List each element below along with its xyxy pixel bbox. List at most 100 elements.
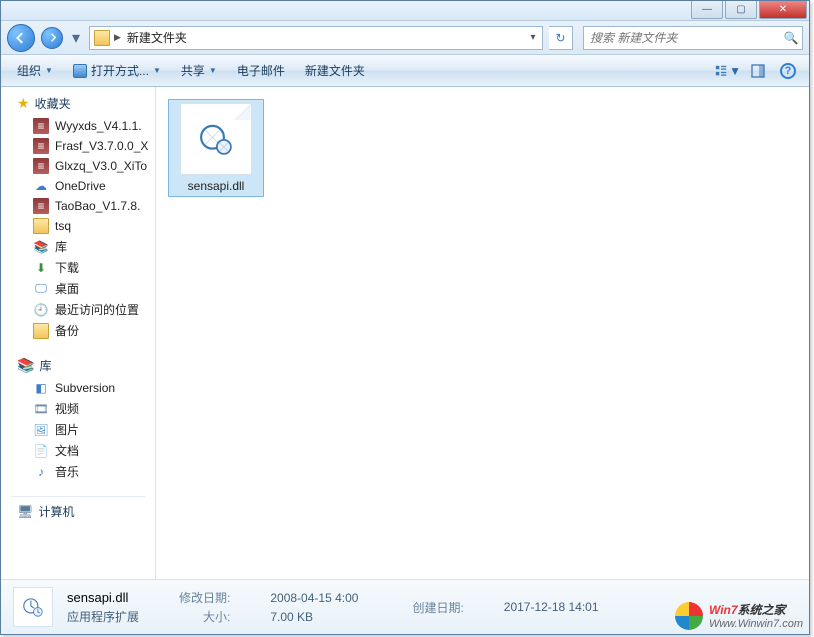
tree-item-label: 库	[55, 238, 67, 255]
computer-label: 计算机	[39, 503, 75, 520]
sidebar-item-library[interactable]: 🎞 视频	[1, 398, 155, 419]
tree-item-label: Subversion	[55, 381, 115, 395]
nav-history-dropdown[interactable]: ▾	[69, 27, 83, 49]
address-bar[interactable]: ▶ 新建文件夹 ▾	[89, 26, 543, 50]
back-button[interactable]	[7, 24, 35, 52]
tree-item-label: 备份	[55, 322, 79, 339]
preview-pane-button[interactable]	[745, 60, 771, 82]
share-menu[interactable]: 共享▼	[173, 59, 225, 82]
details-thumb	[13, 587, 53, 627]
sidebar-item-favorite[interactable]: tsq	[1, 216, 155, 236]
sidebar-item-favorite[interactable]: ☁ OneDrive	[1, 176, 155, 196]
divider	[11, 496, 145, 497]
sidebar-item-favorite[interactable]: 🕘 最近访问的位置	[1, 299, 155, 320]
sidebar-item-library[interactable]: 🖼 图片	[1, 419, 155, 440]
toolbar: 组织▼ 打开方式...▼ 共享▼ 电子邮件 新建文件夹 ▼ ?	[1, 55, 809, 87]
libraries-icon: 📚	[17, 357, 34, 374]
favorites-header[interactable]: ★ 收藏夹	[1, 93, 155, 116]
desktop-icon: 🖵	[33, 281, 49, 297]
file-label: sensapi.dll	[188, 179, 245, 193]
refresh-button[interactable]: ↻	[549, 26, 573, 50]
sidebar-item-favorite[interactable]: 🖵 桌面	[1, 278, 155, 299]
library-icon: 📚	[33, 239, 49, 255]
share-label: 共享	[181, 62, 205, 79]
search-input[interactable]	[584, 31, 780, 45]
tree-item-label: 音乐	[55, 463, 79, 480]
sidebar-item-library[interactable]: ◧ Subversion	[1, 378, 155, 398]
search-box[interactable]: 🔍	[583, 26, 803, 50]
sidebar-item-library[interactable]: ♪ 音乐	[1, 461, 155, 482]
help-button[interactable]: ?	[775, 60, 801, 82]
tree-item-label: Glxzq_V3.0_XiTo	[55, 159, 147, 173]
sidebar-item-favorite[interactable]: 备份	[1, 320, 155, 341]
sidebar-item-library[interactable]: 📄 文档	[1, 440, 155, 461]
cloud-icon: ☁	[33, 178, 49, 194]
archive-icon: ≡	[33, 158, 49, 174]
app-icon	[73, 64, 87, 78]
sidebar-item-favorite[interactable]: 📚库	[1, 236, 155, 257]
libraries-label: 库	[39, 357, 51, 374]
tree-item-label: 桌面	[55, 280, 79, 297]
sidebar-item-favorite[interactable]: ≡TaoBao_V1.7.8.	[1, 196, 155, 216]
tree-item-label: tsq	[55, 219, 71, 233]
tree-item-label: 视频	[55, 400, 79, 417]
details-created-label: 创建日期:	[412, 599, 463, 616]
file-item[interactable]: sensapi.dll	[168, 99, 264, 197]
file-thumb	[180, 103, 252, 175]
libraries-header[interactable]: 📚 库	[1, 355, 155, 378]
folder-icon	[33, 323, 49, 339]
tree-item-label: Wyyxds_V4.1.1.	[55, 119, 142, 133]
organize-menu[interactable]: 组织▼	[9, 59, 61, 82]
tree-item-label: 最近访问的位置	[55, 301, 139, 318]
navigation-row: ▾ ▶ 新建文件夹 ▾ ↻ 🔍	[1, 21, 809, 55]
pictures-icon: 🖼	[33, 422, 49, 438]
music-icon: ♪	[33, 464, 49, 480]
details-filetype: 应用程序扩展	[67, 608, 139, 625]
subversion-icon: ◧	[33, 380, 49, 396]
sidebar-item-favorite[interactable]: ≡ Wyyxds_V4.1.1.	[1, 116, 155, 136]
tree-item-label: 图片	[55, 421, 79, 438]
video-icon: 🎞	[33, 401, 49, 417]
recent-icon: 🕘	[33, 302, 49, 318]
folder-icon	[94, 30, 110, 46]
archive-icon: ≡	[33, 138, 49, 154]
favorites-group: ★ 收藏夹 ≡Wyyxds_V4.1.1.≡Frasf_V3.7.0.0_X≡G…	[1, 93, 155, 341]
details-pane: sensapi.dll 修改日期: 2008-04-15 4:00 应用程序扩展…	[1, 579, 809, 634]
details-created-value: 2017-12-18 14:01	[504, 600, 599, 614]
file-list-pane[interactable]: sensapi.dll	[156, 87, 809, 579]
details-filename: sensapi.dll	[67, 590, 139, 605]
sidebar-item-favorite[interactable]: ≡ Glxzq_V3.0_XiTo	[1, 156, 155, 176]
details-size-label: 大小:	[179, 608, 230, 625]
forward-button[interactable]	[41, 27, 63, 49]
address-dropdown-icon[interactable]: ▾	[524, 32, 542, 43]
sidebar-item-favorite[interactable]: ⬇下载	[1, 257, 155, 278]
email-button[interactable]: 电子邮件	[229, 59, 293, 82]
archive-icon: ≡	[33, 198, 49, 214]
documents-icon: 📄	[33, 443, 49, 459]
tree-item-label: 下载	[55, 259, 79, 276]
sidebar-item-favorite[interactable]: ≡Frasf_V3.7.0.0_X	[1, 136, 155, 156]
open-with-menu[interactable]: 打开方式...▼	[65, 59, 169, 82]
tree-item-label: OneDrive	[55, 179, 106, 193]
breadcrumb-current[interactable]: 新建文件夹	[121, 29, 193, 46]
open-with-label: 打开方式...	[91, 62, 149, 79]
organize-label: 组织	[17, 62, 41, 79]
title-bar: — ▢ ✕	[1, 1, 809, 21]
search-icon[interactable]: 🔍	[780, 31, 802, 45]
view-options-button[interactable]: ▼	[715, 60, 741, 82]
details-modified-value: 2008-04-15 4:00	[270, 591, 358, 605]
details-modified-label: 修改日期:	[179, 589, 230, 606]
maximize-button[interactable]: ▢	[725, 1, 757, 19]
computer-header[interactable]: 🖥 计算机	[1, 501, 155, 524]
archive-icon: ≡	[33, 118, 49, 134]
folder-icon	[33, 218, 49, 234]
navigation-pane[interactable]: ★ 收藏夹 ≡Wyyxds_V4.1.1.≡Frasf_V3.7.0.0_X≡G…	[1, 87, 156, 579]
close-button[interactable]: ✕	[759, 1, 807, 19]
explorer-window: — ▢ ✕ ▾ ▶ 新建文件夹 ▾ ↻ 🔍 组织▼ 打开	[0, 0, 810, 635]
minimize-button[interactable]: —	[691, 1, 723, 19]
tree-item-label: 文档	[55, 442, 79, 459]
breadcrumb-chevron-icon[interactable]: ▶	[114, 32, 121, 43]
details-size-value: 7.00 KB	[270, 610, 358, 624]
new-folder-button[interactable]: 新建文件夹	[297, 59, 373, 82]
body-split: ★ 收藏夹 ≡Wyyxds_V4.1.1.≡Frasf_V3.7.0.0_X≡G…	[1, 87, 809, 579]
